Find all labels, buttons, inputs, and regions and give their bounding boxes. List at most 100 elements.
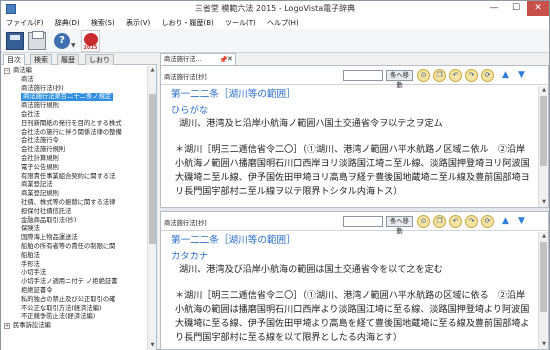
forward-icon[interactable]: ↷ [465, 215, 478, 228]
maximize-button[interactable]: ☐ [505, 1, 527, 16]
tree-item[interactable]: 商法施行法(抄) [21, 85, 64, 93]
tree-item[interactable]: 手形法 [21, 261, 40, 269]
menu-help[interactable]: ヘルプ(H) [262, 17, 303, 28]
pane-label: 商法施行法[抄] [164, 74, 207, 81]
tree-item[interactable]: 電子公告規則 [21, 164, 59, 172]
tree-item[interactable]: 私的独占の禁止及び公正取引の確 [21, 296, 115, 304]
article-number-input[interactable] [343, 216, 383, 227]
magnifier-icon[interactable]: ⊙ [417, 215, 430, 228]
up-icon[interactable]: ▲ [499, 215, 512, 228]
tree-item[interactable]: 船舶法 [21, 252, 40, 260]
scroll-thumb[interactable] [540, 96, 547, 166]
pane-label: 商法施行法[抄] [164, 220, 207, 227]
article-body: 湖川、港湾及び沿岸小航海の範囲は国土交通省令を以て之を定む [179, 265, 443, 275]
up-icon[interactable]: ▲ [499, 69, 512, 82]
close-tab-icon[interactable]: ✕ [227, 54, 233, 65]
article-body: 湖川、港湾及ヒ沿岸小航海ノ範囲ハ国土交通省令ヲ以テ之ヲ定ム [179, 119, 443, 129]
menu-bookmarks-history[interactable]: しおり・履歴(B) [156, 17, 217, 28]
scroll-up-icon[interactable]: ▲ [148, 66, 157, 75]
back-icon[interactable]: ↶ [449, 215, 462, 228]
tree-item[interactable]: 小切手法ノ適用ニ付テ ノ拒絶証書 [21, 278, 117, 286]
tree-item[interactable]: 会社計算規則 [21, 155, 59, 163]
pane-toolbar: 商法施行法[抄] 条へ移動 ⊙ ❐ ↶ ↷ ⟳ ▲ ▼ [161, 66, 548, 89]
tree-item[interactable]: 有限責任事業組合契約に関する法 [21, 173, 115, 181]
tree-item[interactable]: 船舶の所有者等の責任の制限に関 [21, 243, 115, 251]
tab-contents[interactable]: 目次 [3, 54, 25, 65]
tree-item[interactable]: 会社法の施行に伴う関係法律の整備 [21, 129, 122, 137]
contents-tree: − 商法編 商法 商法施行法(抄) 商法施行法第百二十二条ノ規定 商法施行規則 会社法 日刊新… [1, 66, 147, 350]
tree-item[interactable]: 日刊新聞紙の発行を目的とする株式 [21, 120, 122, 128]
tree-item[interactable]: 社債、株式等の振替に関する法律 [21, 199, 115, 207]
tree-item[interactable]: 商法施行規則 [21, 102, 59, 110]
jump-to-article-button[interactable]: 条へ移動 [386, 70, 413, 89]
menu-view[interactable]: 表示(V) [121, 17, 154, 28]
article-note: ＊湖川［明三二逓信省令二〇］（①湖川、港湾ノ範囲ハ平水航路の区域に依る ②沿岸小… [175, 291, 530, 343]
app-window: 三省堂 模範六法 2015 - LogoVista電子辞典 — ☐ ✕ ファイル… [0, 0, 550, 350]
tree-toggle-icon[interactable]: + [4, 323, 10, 330]
print-icon[interactable] [28, 31, 46, 50]
tree-item[interactable]: 保険法 [21, 225, 40, 233]
article-heading: 第一二二条［湖川等の範囲］ [171, 235, 296, 246]
tree-item[interactable]: 国際海上物品運送法 [21, 234, 78, 242]
article-number-input[interactable] [343, 70, 383, 81]
menu-search[interactable]: 検索(S) [86, 17, 119, 28]
document-tab[interactable]: 商法施行法… 📌 ✕ [160, 53, 236, 65]
down-icon[interactable]: ▼ [515, 69, 528, 82]
tree-item[interactable]: 金融商品取引法(抄) [21, 217, 76, 225]
tree-item[interactable]: 不公正な取引方法(経済法編) [21, 305, 101, 313]
tree-toggle-icon[interactable]: − [4, 68, 10, 74]
help-glyph: ? [59, 35, 65, 46]
article-heading: 第一二二条［湖川等の範囲］ [171, 89, 296, 100]
scroll-thumb[interactable] [540, 242, 547, 312]
pane-toolbar: 商法施行法[抄] 条へ移動 ⊙ ❐ ↶ ↷ ⟳ ▲ ▼ [161, 212, 548, 235]
menu-tools[interactable]: ツール(T) [220, 17, 260, 28]
refresh-icon[interactable]: ⟳ [481, 215, 494, 228]
pane-scrollbar[interactable]: ▲ ▼ [538, 232, 548, 349]
menu-file[interactable]: ファイル(F) [1, 17, 48, 28]
tree-item[interactable]: 商業登記規則 [21, 190, 59, 198]
back-icon[interactable]: ↶ [449, 69, 462, 82]
scroll-thumb[interactable] [149, 94, 156, 244]
close-button[interactable]: ✕ [527, 1, 549, 16]
scroll-up-icon[interactable]: ▲ [539, 232, 549, 241]
tab-history[interactable]: 履歴 [57, 54, 79, 65]
copy-icon[interactable]: ❐ [433, 69, 446, 82]
tree-item[interactable]: 商業登記法 [21, 181, 52, 189]
dropdown-caret-icon[interactable]: ▼ [71, 38, 76, 54]
document-tab-label: 商法施行法… [164, 56, 202, 63]
jump-to-article-button[interactable]: 条へ移動 [386, 216, 413, 235]
tab-search[interactable]: 検索 [30, 54, 52, 65]
tree-item[interactable]: 民事訴訟法編 [13, 322, 51, 330]
scroll-up-icon[interactable]: ▲ [539, 86, 549, 95]
refresh-icon[interactable]: ⟳ [481, 69, 494, 82]
tree-scrollbar[interactable]: ▲ ▼ [147, 66, 156, 350]
menu-dictionary[interactable]: 辞典(D) [50, 17, 84, 28]
menu-bar: ファイル(F) 辞典(D) 検索(S) 表示(V) しおり・履歴(B) ツール(… [1, 17, 549, 29]
save-icon[interactable] [6, 32, 24, 50]
tree-item[interactable]: 担保付社債信託法 [21, 208, 71, 216]
scroll-down-icon[interactable]: ▼ [148, 341, 157, 350]
forward-icon[interactable]: ↷ [465, 69, 478, 82]
help-icon[interactable]: ? ▼ [54, 33, 76, 49]
tree-item[interactable]: 商法編 [13, 67, 32, 75]
tab-bookmarks[interactable]: しおり [85, 54, 114, 65]
tree-item[interactable]: 不正競争防止法(経済法編) [21, 313, 95, 321]
tree-item[interactable]: 会社法施行規則 [21, 146, 65, 154]
tree-item[interactable]: 商法 [21, 76, 34, 84]
down-icon[interactable]: ▼ [515, 215, 528, 228]
reading-label: ひらがな [171, 105, 209, 116]
tree-item-selected[interactable]: 商法施行法第百二十二条ノ規定 [21, 93, 114, 102]
scroll-down-icon[interactable]: ▼ [539, 340, 549, 349]
pane-scrollbar[interactable]: ▲ ▼ [538, 86, 548, 207]
tree-item[interactable]: 会社法 [21, 111, 40, 119]
tree-item[interactable]: 会社法施行令 [21, 137, 59, 145]
magnifier-icon[interactable]: ⊙ [417, 69, 430, 82]
dictionary-year: 2015 [83, 45, 98, 51]
copy-icon[interactable]: ❐ [433, 215, 446, 228]
tree-item[interactable]: 拒絶証書令 [21, 287, 52, 295]
text-pane-katakana: 商法施行法[抄] 条へ移動 ⊙ ❐ ↶ ↷ ⟳ ▲ ▼ 第一二二条［湖川等の範囲… [160, 211, 549, 350]
sanseido-dictionary-icon[interactable]: 2015 [81, 30, 100, 52]
tree-item[interactable]: 小切手法 [21, 269, 46, 277]
minimize-button[interactable]: — [483, 1, 505, 16]
scroll-down-icon[interactable]: ▼ [539, 198, 549, 207]
